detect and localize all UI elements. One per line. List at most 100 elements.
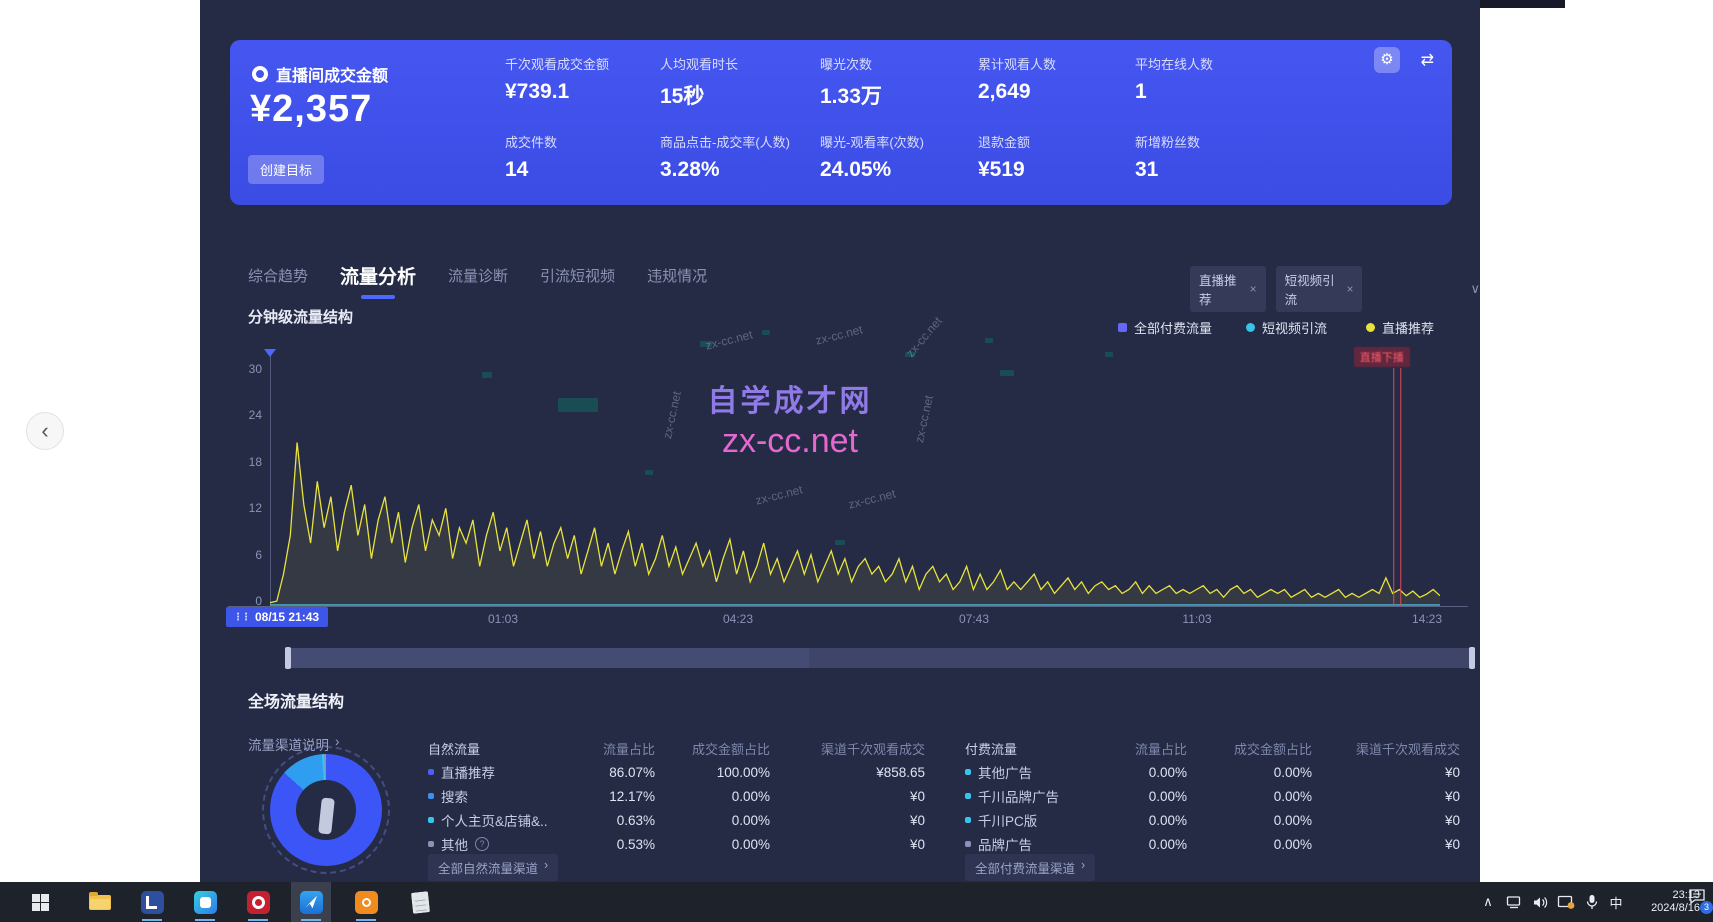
metric-cell: 曝光次数1.33万 — [820, 54, 978, 110]
legend-live-recommend[interactable]: 直播推荐 — [1366, 318, 1434, 337]
table-row-label: 千川PC版 — [965, 810, 1095, 830]
cell: 12.17% — [595, 789, 655, 804]
tab-traffic-analysis[interactable]: 流量分析 — [340, 262, 416, 295]
app-opera-icon[interactable] — [238, 882, 278, 922]
cell: 0.00% — [1187, 789, 1312, 804]
swap-metrics-icon[interactable]: ⇄ — [1421, 50, 1434, 70]
cell: 0.00% — [655, 837, 770, 852]
app-meeting-icon[interactable] — [185, 882, 225, 922]
input-method-indicator[interactable]: 中 — [1604, 882, 1628, 922]
notification-badge: 3 — [1700, 901, 1713, 914]
legend-swatch — [1366, 323, 1375, 332]
column-header: 渠道千次观看成交 — [1312, 739, 1460, 758]
windows-logo-icon — [32, 894, 49, 911]
legend-swatch — [1118, 323, 1127, 332]
coin-icon — [252, 66, 268, 82]
column-header: 付费流量 — [965, 739, 1095, 758]
screen-share-icon[interactable] — [1554, 882, 1578, 922]
all-natural-channels-link[interactable]: 全部自然流量渠道 › — [428, 854, 558, 881]
metric-cell: 成交件数14 — [505, 132, 660, 182]
watermark-small: zx-cc.net — [704, 327, 754, 352]
metric-cell: 平均在线人数1 — [1135, 54, 1285, 110]
table-row-label: 直播推荐 — [428, 762, 595, 782]
tab-traffic-diagnosis[interactable]: 流量诊断 — [448, 265, 508, 292]
close-icon[interactable]: × — [1346, 282, 1353, 296]
microphone-icon[interactable] — [1580, 882, 1604, 922]
windows-taskbar: ∧ 中 23:13 2024/8/16 3 — [0, 882, 1713, 922]
tab-overall-trend[interactable]: 综合趋势 — [248, 265, 308, 292]
slider-handle-right[interactable] — [1469, 647, 1475, 669]
legend-paid-traffic[interactable]: 全部付费流量 — [1118, 318, 1212, 337]
artifact — [645, 470, 653, 475]
running-indicator — [301, 919, 321, 921]
running-indicator — [142, 919, 162, 921]
x-axis-tick: 11:03 — [1182, 612, 1211, 626]
banner-title: 直播间成交金额 — [276, 62, 388, 86]
artifact — [1000, 370, 1014, 376]
channel-dot — [965, 817, 971, 823]
analysis-tabs: 综合趋势 流量分析 流量诊断 引流短视频 违规情况 — [248, 262, 707, 295]
cell: ¥0 — [1312, 765, 1460, 780]
cell: 0.00% — [1187, 837, 1312, 852]
info-icon[interactable]: ? — [475, 837, 489, 851]
channel-dot — [428, 769, 434, 775]
filter-tag-live-recommend[interactable]: 直播推荐 × — [1190, 266, 1266, 312]
y-axis-tick: 30 — [234, 362, 262, 376]
tray-chevron-up-icon[interactable]: ∧ — [1476, 882, 1500, 922]
cell: 0.00% — [1187, 765, 1312, 780]
close-icon[interactable]: × — [1250, 282, 1257, 296]
cell: 0.00% — [1187, 813, 1312, 828]
cell: 100.00% — [655, 765, 770, 780]
create-goal-button[interactable]: 创建目标 — [248, 155, 324, 184]
slider-selection — [289, 648, 809, 668]
settings-gear-icon[interactable]: ⚙ — [1374, 47, 1400, 73]
table-row-label: 搜索 — [428, 786, 595, 806]
paid-traffic-table: 付费流量 流量占比 成交金额占比 渠道千次观看成交 其他广告 0.00% 0.0… — [965, 736, 1460, 856]
notepad-icon[interactable] — [400, 882, 440, 922]
tab-violations[interactable]: 违规情况 — [647, 265, 707, 292]
tab-short-video[interactable]: 引流短视频 — [540, 265, 615, 292]
start-button[interactable] — [20, 882, 60, 922]
y-axis-tick: 24 — [234, 408, 262, 422]
metric-cell: 千次观看成交金额¥739.1 — [505, 54, 660, 110]
chevron-down-icon[interactable]: ∨ — [1470, 281, 1480, 297]
artifact — [985, 338, 993, 343]
cell: ¥858.65 — [770, 765, 925, 780]
cell: 0.53% — [595, 837, 655, 852]
cell: ¥0 — [770, 789, 925, 804]
artifact — [905, 352, 915, 357]
legend-short-video[interactable]: 短视频引流 — [1246, 318, 1327, 337]
metric-cell: 人均观看时长15秒 — [660, 54, 820, 110]
drag-handle-icon: ⋮⋮ — [233, 612, 249, 623]
channel-dot — [965, 769, 971, 775]
table-row-label: 品牌广告 — [965, 834, 1095, 854]
channel-dot — [428, 841, 434, 847]
metrics-banner: 直播间成交金额 ¥2,357 创建目标 千次观看成交金额¥739.1 人均观看时… — [230, 40, 1452, 205]
chevron-right-icon: › — [544, 858, 548, 877]
metric-cell: 商品点击-成交率(人数)3.28% — [660, 132, 820, 182]
filter-tag-short-video[interactable]: 短视频引流 × — [1276, 266, 1363, 312]
chart-title: 分钟级流量结构 — [248, 306, 353, 327]
column-header: 流量占比 — [1095, 739, 1187, 758]
slider-handle-left[interactable] — [285, 647, 291, 669]
app-browser-active-icon[interactable] — [291, 882, 331, 922]
cell: ¥0 — [770, 813, 925, 828]
running-indicator — [195, 919, 215, 921]
time-range-slider[interactable] — [285, 648, 1475, 668]
back-button[interactable]: ‹ — [26, 412, 64, 450]
app-lt-icon[interactable] — [132, 882, 172, 922]
cell: 0.00% — [1095, 789, 1187, 804]
volume-icon[interactable] — [1528, 882, 1552, 922]
x-axis-tick: 07:43 — [959, 612, 989, 626]
brush-start-label[interactable]: ⋮⋮ 08/15 21:43 — [226, 607, 328, 627]
app-orange-icon[interactable] — [346, 882, 386, 922]
network-icon[interactable] — [1502, 882, 1526, 922]
chart-canvas — [270, 360, 1440, 606]
artifact — [558, 398, 598, 412]
metric-cell: 累计观看人数2,649 — [978, 54, 1135, 110]
cell: 0.00% — [1095, 837, 1187, 852]
file-explorer-icon[interactable] — [80, 882, 120, 922]
notification-center-icon[interactable]: 3 — [1688, 888, 1710, 916]
all-paid-channels-link[interactable]: 全部付费流量渠道 › — [965, 854, 1095, 881]
channel-dot — [428, 817, 434, 823]
